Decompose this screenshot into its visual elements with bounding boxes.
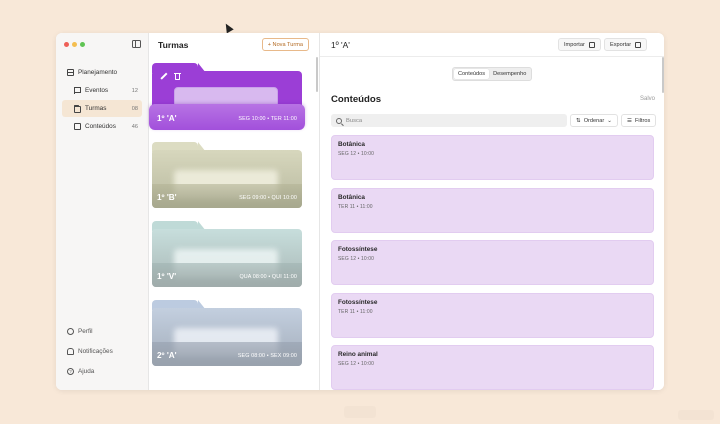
search-input[interactable]: Busca <box>331 114 567 127</box>
calendar-icon <box>67 69 74 76</box>
search-icon <box>336 117 342 124</box>
sidebar-item-label: Turmas <box>85 105 107 112</box>
sidebar-item-label: Conteúdos <box>85 123 116 130</box>
sidebar: Planejamento Eventos 12 Turmas 08 Conteú… <box>56 33 149 390</box>
item-title: Fotossíntese <box>338 246 378 253</box>
sidebar-nav: Planejamento Eventos 12 Turmas 08 Conteú… <box>62 64 142 136</box>
folder-name: 1º 'A' <box>157 114 177 123</box>
sidebar-item-label: Perfil <box>78 328 93 335</box>
list-item[interactable]: Reino animal SEG 12 • 10:00 <box>331 345 654 390</box>
item-schedule: SEG 12 • 10:00 <box>338 361 374 367</box>
search-placeholder: Busca <box>346 117 363 124</box>
help-icon: ? <box>67 368 74 375</box>
detail-panel: 1º 'A' Importar Exportar Conteúdos Desem… <box>320 33 664 390</box>
sidebar-item-conteudos[interactable]: Conteúdos 46 <box>62 118 142 135</box>
detail-title: 1º 'A' <box>331 40 350 50</box>
folder-list: 1º 'A' SEG 10:00 • TER 11:00 1º 'B' SEG … <box>149 63 308 379</box>
scrollbar[interactable] <box>662 57 664 93</box>
share-icon <box>635 41 642 48</box>
item-title: Reino animal <box>338 351 378 358</box>
item-schedule: TER 11 • 11:00 <box>338 203 373 210</box>
folder-name: 1º 'B' <box>157 193 177 202</box>
filter-button[interactable]: ☰ Filtros <box>621 114 657 127</box>
turmas-panel: Turmas + Nova Turma 1º 'A' SEG 10:00 • T… <box>149 33 320 390</box>
folder-schedule: SEG 09:00 • QUI 10:00 <box>239 195 297 201</box>
folder-schedule: SEG 08:00 • SEX 09:00 <box>237 353 297 359</box>
sidebar-item-label: Eventos <box>85 87 109 94</box>
list-item[interactable]: Botânica SEG 12 • 10:00 <box>331 135 654 180</box>
folder-name: 2º 'A' <box>157 351 177 360</box>
sidebar-toggle-icon[interactable] <box>132 40 141 48</box>
document-icon <box>74 123 81 130</box>
item-title: Fotossíntese <box>338 298 378 306</box>
list-item[interactable]: Fotossíntese TER 11 • 11:00 <box>331 292 654 338</box>
content-list: Botânica SEG 12 • 10:00 Botânica TER 11 … <box>331 135 654 390</box>
background-shape <box>344 406 376 418</box>
flag-icon <box>74 87 81 94</box>
new-turma-button[interactable]: + Nova Turma <box>261 38 309 51</box>
detail-header: 1º 'A' Importar Exportar <box>320 33 664 57</box>
window-controls <box>64 42 85 47</box>
background-shape <box>678 410 714 420</box>
segmented-control: Conteúdos Desempenho <box>452 67 533 81</box>
sidebar-item-count: 08 <box>131 105 138 112</box>
trash-icon[interactable] <box>174 72 181 80</box>
folder-schedule: QUA 08:00 • QUI 11:00 <box>239 274 297 280</box>
sidebar-item-label: Ajuda <box>78 368 95 375</box>
item-title: Botânica <box>338 141 365 148</box>
tab-conteudos[interactable]: Conteúdos <box>454 69 490 79</box>
section-heading: Conteúdos <box>331 94 382 105</box>
minimize-window-button[interactable] <box>72 42 77 47</box>
panel-title: Turmas <box>158 40 189 50</box>
saved-status: Salvo <box>639 96 655 102</box>
mouse-cursor-icon <box>222 21 234 34</box>
bell-icon <box>67 348 74 355</box>
folder-card[interactable]: 1º 'V' QUA 08:00 • QUI 11:00 <box>152 221 302 287</box>
sidebar-item-label: Planejamento <box>78 69 118 76</box>
pencil-icon[interactable] <box>160 73 167 80</box>
folder-card[interactable]: 1º 'A' SEG 10:00 • TER 11:00 <box>149 63 305 130</box>
close-window-button[interactable] <box>64 42 69 47</box>
sort-label: Ordenar <box>583 117 605 124</box>
sidebar-item-count: 46 <box>131 123 138 130</box>
export-label: Exportar <box>610 41 632 48</box>
sidebar-item-count: 12 <box>131 87 138 94</box>
list-item[interactable]: Botânica TER 11 • 11:00 <box>331 187 654 233</box>
sidebar-item-planejamento[interactable]: Planejamento <box>62 64 142 81</box>
folder-card[interactable]: 1º 'B' SEG 09:00 • QUI 10:00 <box>152 142 302 208</box>
item-schedule: SEG 12 • 10:00 <box>338 151 374 157</box>
maximize-window-button[interactable] <box>80 42 85 47</box>
list-item[interactable]: Fotossíntese SEG 12 • 10:00 <box>331 240 654 285</box>
filter-label: Filtros <box>635 117 651 124</box>
import-icon <box>588 41 595 48</box>
scrollbar[interactable] <box>316 57 318 92</box>
sidebar-item-perfil[interactable]: Perfil <box>62 322 142 341</box>
folder-schedule: SEG 10:00 • TER 11:00 <box>238 116 297 122</box>
profile-icon <box>67 328 74 335</box>
folder-icon <box>74 104 81 113</box>
sidebar-item-label: Notificações <box>78 348 113 355</box>
folder-name: 1º 'V' <box>157 272 177 281</box>
chevron-down-icon: ⌄ <box>607 117 612 124</box>
sidebar-item-ajuda[interactable]: ? Ajuda <box>62 362 142 381</box>
sidebar-item-turmas[interactable]: Turmas 08 <box>62 100 142 117</box>
filter-icon: ☰ <box>627 117 633 124</box>
sidebar-footer: Perfil Notificações ? Ajuda <box>62 322 142 382</box>
sidebar-item-eventos[interactable]: Eventos 12 <box>62 82 142 99</box>
import-label: Importar <box>564 41 585 48</box>
item-schedule: TER 11 • 11:00 <box>338 308 373 315</box>
folder-card[interactable]: 2º 'A' SEG 08:00 • SEX 09:00 <box>152 300 302 366</box>
item-title: Botânica <box>338 193 365 201</box>
export-button[interactable]: Exportar <box>604 38 648 51</box>
sort-icon: ⇅ <box>576 117 581 124</box>
import-button[interactable]: Importar <box>558 38 601 51</box>
sidebar-item-notificacoes[interactable]: Notificações <box>62 342 142 361</box>
item-schedule: SEG 12 • 10:00 <box>338 256 374 262</box>
sort-button[interactable]: ⇅ Ordenar ⌄ <box>570 114 618 127</box>
app-window: Planejamento Eventos 12 Turmas 08 Conteú… <box>56 33 664 390</box>
tab-desempenho[interactable]: Desempenho <box>489 69 530 79</box>
folder-actions <box>160 72 181 80</box>
